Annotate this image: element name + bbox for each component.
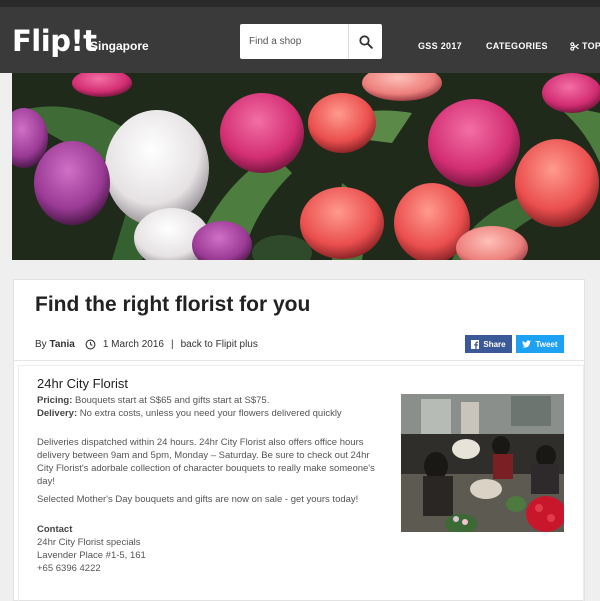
twitter-tweet-button[interactable]: Tweet [516, 335, 564, 353]
facebook-share-label: Share [483, 339, 506, 349]
delivery-label: Delivery: [37, 408, 78, 419]
search-icon [358, 34, 373, 49]
hero-tulips-image [12, 73, 600, 260]
author-link[interactable]: Tania [49, 339, 74, 350]
contact-block: Contact 24hr City Florist specials Laven… [37, 523, 387, 575]
promo-paragraph: Selected Mother's Day bouquets and gifts… [37, 494, 359, 505]
delivery-text: No extra costs, unless you need your flo… [79, 408, 342, 419]
article-meta: By Tania 1 March 2016 | back to Flipit p… [35, 339, 258, 350]
site-header: Flip!t Singapore GSS 2017 CATEGORIES TOP [0, 0, 600, 73]
logo-region-label: Singapore [90, 39, 149, 53]
contact-address: Lavender Place #1-5, 161 [37, 550, 146, 561]
article-date: 1 March 2016 [102, 339, 164, 350]
pricing-text: Bouquets start at S$65 and gifts start a… [75, 395, 270, 406]
florist-shop-photo [401, 394, 564, 532]
by-label: By [35, 339, 47, 350]
search-input[interactable] [240, 24, 348, 59]
contact-phone[interactable]: +65 6396 4222 [37, 563, 101, 574]
facebook-share-button[interactable]: Share [465, 335, 512, 353]
delivery-row: Delivery: No extra costs, unless you nee… [37, 407, 387, 420]
nav-top-label: TOP [582, 41, 600, 51]
meta-separator: | [171, 339, 174, 350]
contact-line: 24hr City Florist specials [37, 537, 141, 548]
article-card: Find the right florist for you By Tania … [13, 279, 585, 601]
page-title: Find the right florist for you [35, 293, 311, 316]
flipit-logo[interactable]: Flip!t [12, 24, 97, 58]
nav-top[interactable]: TOP [570, 41, 600, 51]
facebook-icon [471, 339, 480, 349]
pricing-row: Pricing: Bouquets start at S$65 and gift… [37, 394, 387, 407]
search-box [240, 24, 382, 59]
nav-categories[interactable]: CATEGORIES [486, 41, 548, 51]
search-button[interactable] [348, 24, 382, 59]
back-to-flipit-plus-link[interactable]: back to Flipit plus [181, 339, 258, 350]
florist-listing: 24hr City Florist Pricing: Bouquets star… [18, 365, 584, 601]
nav-gss-2017[interactable]: GSS 2017 [418, 41, 462, 51]
description-paragraph: Deliveries dispatched within 24 hours. 2… [37, 437, 375, 487]
tulips-illustration [12, 73, 600, 260]
florist-name: 24hr City Florist [37, 376, 129, 391]
clock-icon [85, 339, 96, 350]
divider [14, 360, 584, 361]
pricing-label: Pricing: [37, 395, 73, 406]
twitter-tweet-label: Tweet [535, 339, 558, 349]
contact-label: Contact [37, 524, 73, 535]
twitter-icon [522, 340, 532, 348]
scissors-icon [570, 41, 579, 51]
florist-shop-illustration [401, 394, 564, 532]
